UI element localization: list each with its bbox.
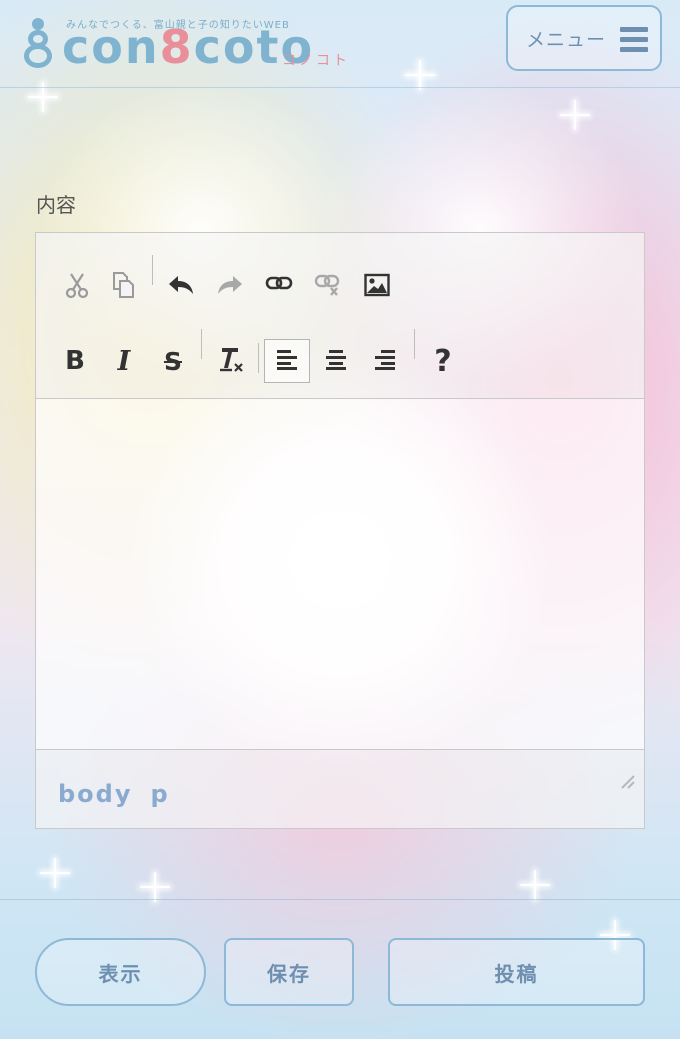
hamburger-icon: [620, 27, 648, 53]
copy-icon: [110, 271, 136, 303]
path-item-body[interactable]: body: [58, 780, 133, 808]
logo-wordmark: con8coto: [62, 20, 315, 74]
align-left-icon: [275, 348, 299, 374]
toolbar-separator: [414, 329, 415, 359]
align-center-icon: [324, 348, 348, 374]
redo-icon: [216, 273, 244, 301]
sparkle-decoration: [140, 872, 170, 902]
unlink-button[interactable]: [305, 265, 351, 309]
editor-content-area[interactable]: [36, 399, 644, 749]
redo-button[interactable]: [207, 265, 253, 309]
editor-toolbar: B I S ?: [36, 233, 644, 399]
toolbar-separator: [201, 329, 202, 359]
cut-button[interactable]: [54, 265, 100, 309]
logo-mark-icon: [24, 18, 54, 70]
italic-button[interactable]: I: [101, 339, 147, 383]
bold-icon: B: [65, 346, 85, 376]
toolbar-separator: [258, 343, 259, 373]
link-button[interactable]: [256, 263, 302, 307]
align-center-button[interactable]: [313, 339, 359, 383]
path-item-p[interactable]: p: [151, 780, 170, 808]
undo-icon: [167, 273, 195, 301]
align-right-icon: [373, 348, 397, 374]
sparkle-decoration: [40, 858, 70, 888]
undo-button[interactable]: [158, 265, 204, 309]
remove-format-icon: [216, 344, 246, 378]
site-logo[interactable]: みんなでつくる、富山親と子の知りたいWEB con8coto コノコト: [24, 12, 364, 78]
italic-icon: I: [117, 345, 131, 377]
bold-button[interactable]: B: [52, 339, 98, 383]
sparkle-decoration: [520, 870, 550, 900]
resize-handle-icon[interactable]: [618, 772, 636, 790]
help-icon: ?: [434, 343, 452, 379]
content-field-label: 内容: [36, 193, 76, 217]
strikethrough-icon: S: [163, 346, 182, 376]
image-icon: [364, 273, 390, 301]
image-button[interactable]: [354, 265, 400, 309]
help-button[interactable]: ?: [420, 339, 466, 383]
rich-text-editor: B I S ? body p: [35, 232, 645, 829]
save-button[interactable]: 保存: [224, 938, 354, 1006]
view-button[interactable]: 表示: [35, 938, 206, 1006]
toolbar-separator: [152, 255, 153, 285]
sparkle-decoration: [560, 100, 590, 130]
footer-divider: [0, 899, 680, 900]
align-right-button[interactable]: [362, 339, 408, 383]
cut-icon: [64, 271, 90, 303]
element-path: body p: [58, 780, 188, 808]
strikethrough-button[interactable]: S: [150, 339, 196, 383]
align-left-button[interactable]: [264, 339, 310, 383]
link-icon: [265, 273, 293, 297]
editor-statusbar: body p: [36, 749, 644, 828]
menu-button[interactable]: メニュー: [506, 5, 662, 71]
post-button[interactable]: 投稿: [388, 938, 645, 1006]
menu-button-label: メニュー: [526, 28, 607, 51]
logo-kana: コノコト: [282, 53, 350, 69]
site-header: みんなでつくる、富山親と子の知りたいWEB con8coto コノコト メニュー: [0, 0, 680, 88]
copy-button[interactable]: [100, 265, 146, 309]
unlink-icon: [314, 273, 342, 301]
remove-format-button[interactable]: [208, 339, 254, 383]
